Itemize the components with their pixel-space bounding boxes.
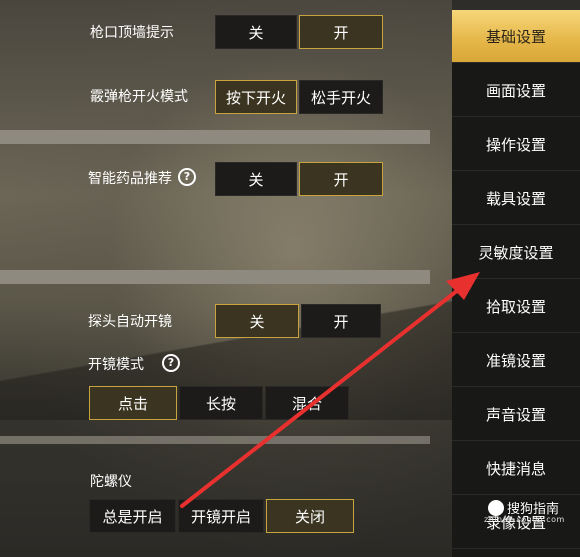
annotation-arrow	[180, 272, 480, 508]
arrow-shaft	[180, 288, 460, 508]
paw-icon	[488, 499, 504, 516]
watermark-url: zhinan.sogou.com	[484, 515, 565, 524]
